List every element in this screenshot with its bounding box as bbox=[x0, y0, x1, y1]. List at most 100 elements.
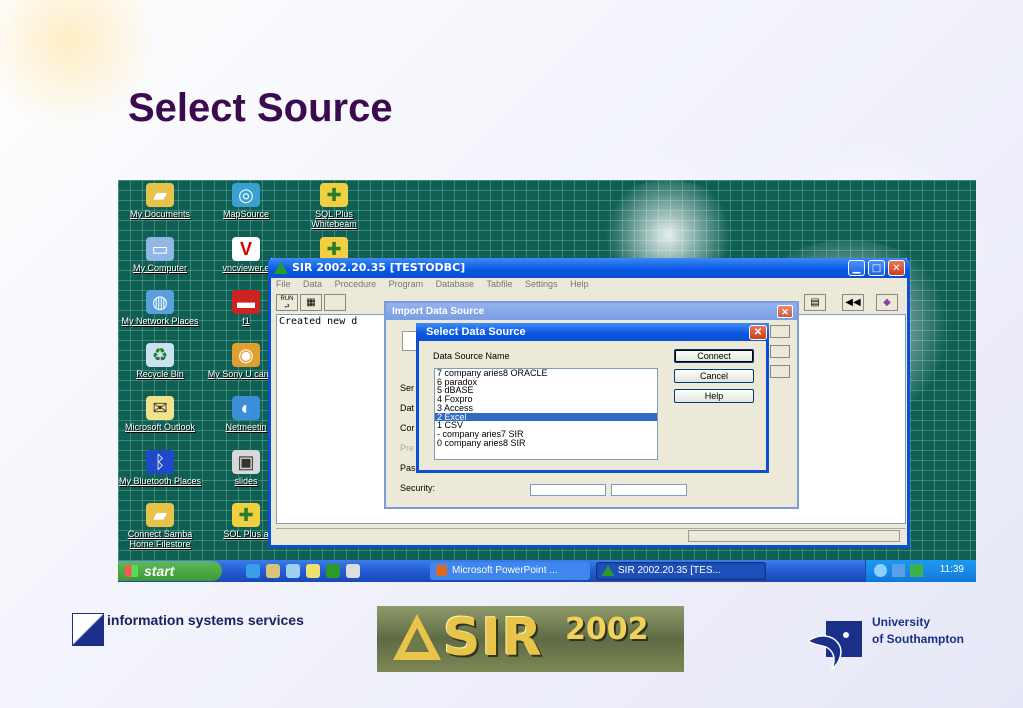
sir-app-icon bbox=[274, 262, 288, 274]
clock[interactable]: 11:39 bbox=[940, 564, 964, 575]
tray-icon[interactable] bbox=[910, 564, 923, 577]
sir-window-titlebar[interactable]: SIR 2002.20.35 [TESTODBC] ▁ □ ✕ bbox=[268, 258, 910, 278]
globe-icon: ◎ bbox=[232, 183, 260, 207]
run-button[interactable]: RUN ⮐ bbox=[276, 294, 298, 311]
import-dialog-close-button[interactable]: ✕ bbox=[777, 305, 793, 318]
list-item[interactable]: 0 company aries8 SIR bbox=[435, 438, 657, 448]
outlook-icon: ✉ bbox=[146, 396, 174, 420]
menu-procedure[interactable]: Procedure bbox=[335, 279, 377, 289]
computer-icon: ▭ bbox=[146, 237, 174, 261]
desktop-icon[interactable] bbox=[266, 564, 280, 578]
password-label: Pas bbox=[400, 463, 416, 473]
network-tray-icon[interactable] bbox=[892, 564, 905, 577]
import-dialog-button-1[interactable] bbox=[770, 325, 790, 338]
desktop-icon-connect-samba[interactable]: ▰ Connect Samba Home Filestore bbox=[118, 503, 202, 549]
vnc-icon: V bbox=[232, 237, 260, 261]
toolbar-blank-button[interactable] bbox=[324, 294, 346, 311]
iss-logo-text: information systems services bbox=[107, 612, 304, 628]
sir-logo-word: SIR bbox=[443, 608, 543, 668]
menu-tabfile[interactable]: Tabfile bbox=[487, 279, 513, 289]
table-icon[interactable]: ▦ bbox=[300, 294, 322, 311]
select-data-source-dialog[interactable]: Select Data Source ✕ Data Source Name 7 … bbox=[416, 323, 769, 473]
start-button[interactable]: start bbox=[118, 561, 222, 581]
report-icon[interactable]: ▤ bbox=[804, 294, 826, 311]
import-data-source-dialog[interactable]: Import Data Source ✕ Ser Dat Cor Pre Pas… bbox=[384, 301, 799, 509]
plus-icon: ✚ bbox=[320, 183, 348, 207]
select-dialog-titlebar[interactable]: Select Data Source ✕ bbox=[416, 323, 769, 341]
menu-database[interactable]: Database bbox=[436, 279, 475, 289]
netmeeting-icon: ◐ bbox=[232, 396, 260, 420]
ie-icon[interactable] bbox=[246, 564, 260, 578]
menu-settings[interactable]: Settings bbox=[525, 279, 558, 289]
sir-quicklaunch-icon[interactable] bbox=[326, 564, 340, 578]
system-tray: 11:39 bbox=[865, 560, 976, 582]
task-sir[interactable]: SIR 2002.20.35 [TES... bbox=[596, 562, 766, 580]
car-icon: ▬ bbox=[232, 290, 260, 314]
tray-expand-icon[interactable] bbox=[874, 564, 887, 577]
taskbar: start Microsoft PowerPoint ... SIR 2002.… bbox=[118, 560, 976, 582]
status-bar bbox=[276, 528, 906, 542]
maximize-button[interactable]: □ bbox=[868, 260, 885, 276]
sir-menubar: File Data Procedure Program Database Tab… bbox=[276, 279, 599, 293]
network-folder-icon: ▰ bbox=[146, 503, 174, 527]
desktop-icon-recycle-bin[interactable]: ♻ Recycle Bin bbox=[118, 343, 202, 379]
connection-label: Cor bbox=[400, 423, 415, 433]
slides-icon: ▣ bbox=[232, 450, 260, 474]
menu-program[interactable]: Program bbox=[389, 279, 424, 289]
menu-help[interactable]: Help bbox=[570, 279, 589, 289]
recycle-bin-icon: ♻ bbox=[146, 343, 174, 367]
minimize-button[interactable]: ▁ bbox=[848, 260, 865, 276]
sir-window-title: SIR 2002.20.35 [TESTODBC] bbox=[292, 261, 466, 274]
camera-icon: ◉ bbox=[232, 343, 260, 367]
sir-logo-year: 2002 bbox=[565, 612, 649, 647]
menu-data[interactable]: Data bbox=[303, 279, 322, 289]
desktop-icon-my-bluetooth-places[interactable]: ᛒ My Bluetooth Places bbox=[118, 450, 202, 486]
desktop-icon-mapsource[interactable]: ◎ MapSource bbox=[204, 183, 288, 219]
data-source-list[interactable]: 7 company aries8 ORACLE 6 paradox 5 dBASE 4… bbox=[434, 368, 658, 460]
security-field-2[interactable] bbox=[611, 484, 687, 496]
desktop-icon-sql-plus-whitebeam[interactable]: ✚ SQL Plus Whitebeam bbox=[292, 183, 376, 229]
folder-icon: ▰ bbox=[146, 183, 174, 207]
network-icon: ◍ bbox=[146, 290, 174, 314]
desktop-icon-my-network-places[interactable]: ◍ My Network Places bbox=[118, 290, 202, 326]
import-dialog-titlebar[interactable]: Import Data Source ✕ bbox=[386, 303, 797, 320]
plus-icon: ✚ bbox=[232, 503, 260, 527]
desktop-icon-microsoft-outlook[interactable]: ✉ Microsoft Outlook bbox=[118, 396, 202, 432]
desktop-icon-my-computer[interactable]: ▭ My Computer bbox=[118, 237, 202, 273]
desktop-screenshot: ▰ My Documents ▭ My Computer ◍ My Networ… bbox=[118, 180, 976, 582]
close-button[interactable]: ✕ bbox=[888, 260, 905, 276]
book-icon[interactable]: ◆ bbox=[876, 294, 898, 311]
quicklaunch-icon[interactable] bbox=[286, 564, 300, 578]
select-dialog-close-button[interactable]: ✕ bbox=[749, 325, 767, 340]
rewind-icon[interactable]: ◀◀ bbox=[842, 294, 864, 311]
delta-icon bbox=[393, 614, 441, 660]
help-button[interactable]: Help bbox=[674, 389, 754, 403]
sir-2002-logo: SIR 2002 bbox=[377, 606, 684, 672]
menu-file[interactable]: File bbox=[276, 279, 291, 289]
import-dialog-button-2[interactable] bbox=[770, 345, 790, 358]
university-name: University of Southampton bbox=[872, 615, 964, 646]
iss-logo-mark bbox=[72, 613, 104, 646]
quicklaunch-icon[interactable] bbox=[346, 564, 360, 578]
cancel-button[interactable]: Cancel bbox=[674, 369, 754, 383]
university-crest-icon bbox=[806, 621, 862, 672]
security-field-1[interactable] bbox=[530, 484, 606, 496]
desktop-icon-my-documents[interactable]: ▰ My Documents bbox=[118, 183, 202, 219]
list-item[interactable]: 3 Access bbox=[435, 403, 657, 413]
sir-task-icon bbox=[602, 565, 614, 576]
outlook-quicklaunch-icon[interactable] bbox=[306, 564, 320, 578]
powerpoint-icon bbox=[436, 565, 447, 576]
windows-flag-icon bbox=[125, 565, 138, 577]
task-powerpoint[interactable]: Microsoft PowerPoint ... bbox=[430, 562, 590, 580]
server-label: Ser bbox=[400, 383, 415, 393]
connect-button[interactable]: Connect bbox=[674, 349, 754, 363]
database-label: Dat bbox=[400, 403, 415, 413]
status-segment bbox=[688, 530, 900, 542]
import-dialog-button-3[interactable] bbox=[770, 365, 790, 378]
sir-window[interactable]: SIR 2002.20.35 [TESTODBC] ▁ □ ✕ File Dat… bbox=[268, 258, 910, 548]
list-item-selected[interactable]: 2 Excel bbox=[435, 412, 657, 422]
prefix-label: Pre bbox=[400, 443, 415, 453]
data-source-name-label: Data Source Name bbox=[433, 351, 510, 361]
slide-title: Select Source bbox=[128, 86, 393, 130]
bluetooth-icon: ᛒ bbox=[146, 450, 174, 474]
